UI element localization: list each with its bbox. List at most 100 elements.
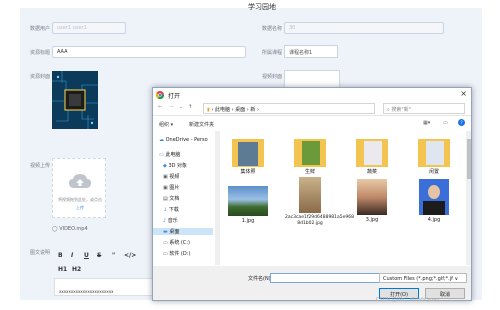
address-bar-row: ← → ⌄ ↑ ▮ › 此电脑 › 桌面 › 新 › ⌕ 搜索"新" [153,101,471,116]
dialog-title: 打开 [168,93,181,100]
tree-item-desktop[interactable]: ▬ 桌面 [153,228,213,235]
italic-button[interactable]: I [71,252,73,259]
cover-image[interactable] [52,71,98,129]
folder-icon [418,139,450,167]
circuit-chip-image [52,71,98,129]
tree-item-label: 此电脑 [165,152,181,158]
tree-item-this-pc[interactable]: ▭ 此电脑 [159,151,180,158]
tree-item-label: 软件 (D:) [169,251,191,257]
underline-button[interactable]: U [84,252,89,259]
preview-pane-icon[interactable]: ▭ [443,120,448,126]
tree-item-music[interactable]: ♪ 音乐 [163,217,178,224]
quote-button[interactable]: " [112,252,115,259]
help-icon[interactable]: ? [458,119,465,126]
screen: 学习园地 数据用户 user1 user1 数据名称 30 资源标题 AAA 所… [0,0,500,310]
open-file-dialog: 打开 × ← → ⌄ ↑ ▮ › 此电脑 › 桌面 › 新 › ⌕ 搜索"新" … [152,87,472,301]
scrollbar-thumb[interactable] [467,139,471,179]
resource-title-label: 资源标题 [30,50,51,56]
tree-item-label: 文档 [169,196,180,202]
path-segment[interactable]: 新 [250,107,255,113]
course-select[interactable]: 课程名称1 [284,45,338,58]
file-item[interactable]: 集体照 [223,139,273,175]
upload-hint: 将视频拖到此处，或点击 [58,197,102,202]
search-input[interactable]: ⌕ 搜索"新" [383,103,465,114]
file-name: 4.jpg [427,217,441,223]
user-input[interactable]: user1 user1 [52,22,126,34]
file-grid: 集体照 生鲜 蔬菜 闲置 1.jpg 2ac3cae1f29d6488981a5… [217,131,460,265]
file-item[interactable]: 4.jpg [409,179,459,223]
cloud-upload-icon [69,174,91,188]
upload-link[interactable]: 上传 [53,205,107,211]
tree-item-drive-c[interactable]: ▭ 系统 (C:) [163,239,190,246]
new-folder-button[interactable]: 新建文件夹 [189,121,214,128]
uploaded-file-name: VIDEO.mp4 [59,226,88,232]
address-path[interactable]: ▮ › 此电脑 › 桌面 › 新 › [203,103,375,114]
files-scrollbar[interactable] [466,131,471,265]
file-item[interactable]: 2ac3cae1f29d6488981a5e968 8d1b02.jpg [285,177,355,226]
back-icon[interactable]: ← [158,104,162,110]
tree-item-label: 3D 对象 [168,163,188,169]
file-item[interactable]: 生鲜 [285,139,335,175]
file-item[interactable]: 闲置 [409,139,459,175]
up-icon[interactable]: ↑ [188,104,192,110]
video-upload-label: 视频上传 [30,163,51,169]
folder-icon [294,139,326,167]
photo-thumbnail [299,177,321,213]
path-segment[interactable]: 桌面 [235,107,245,113]
user-label: 数据用户 [30,26,51,32]
tree-item-label: 视频 [169,174,180,180]
heading1-button[interactable]: H1 [58,266,67,273]
id-photo-thumbnail [419,179,449,215]
tree-item-pictures[interactable]: ▣ 图片 [163,184,179,191]
uploaded-file[interactable]: ◯ VIDEO.mp4 [52,226,88,232]
navigation-tree: ☁ OneDrive - Perso ▭ 此电脑 ◆ 3D 对象 ▣ 视频 ▣ … [153,131,215,265]
course-select-value: 课程名称1 [289,50,313,56]
tree-item-label: 桌面 [169,229,180,235]
recent-icon[interactable]: ⌄ [179,104,183,110]
landscape-thumbnail [228,186,268,216]
chrome-icon [156,91,164,99]
video-upload-dropzone[interactable]: 将视频拖到此处，或点击 上传 [52,158,106,218]
description-label: 图文说明 [30,250,51,256]
file-name: 1.jpg [241,218,255,224]
tree-item-label: 音乐 [167,218,178,224]
filetype-select[interactable]: Custom Files (*.png;*.gif;*.jf ∨ [379,273,467,283]
search-placeholder: 搜索"新" [391,107,411,113]
code-button[interactable]: </> [124,252,136,259]
folder-icon [356,139,388,167]
bold-button[interactable]: B [58,252,63,259]
tree-item-drive-d[interactable]: ▭ 软件 (D:) [163,250,190,257]
page-title: 学习园地 [248,3,276,11]
name-label: 数据名称 [262,26,283,32]
file-item[interactable]: 1.jpg [223,186,273,224]
strike-button[interactable]: S [97,252,101,259]
organize-button[interactable]: 组织 ▾ [159,121,173,128]
filename-label: 文件名(N): [248,276,273,282]
tree-item-label: 下载 [168,207,179,213]
path-segment[interactable]: 此电脑 [215,107,230,113]
cloud-icon: ☁ [159,137,166,143]
watermark: CSDN @Wx、sfsfsfs yuan [376,297,440,303]
tree-item-3d[interactable]: ◆ 3D 对象 [163,162,187,169]
tree-item-downloads[interactable]: ↓ 下载 [163,206,179,213]
file-name: 生鲜 [304,169,315,175]
file-item[interactable]: 蔬菜 [347,139,397,175]
tree-item-label: 图片 [169,185,180,191]
resource-title-input[interactable]: AAA [52,46,246,58]
file-item[interactable]: 3.jpg [347,179,397,223]
view-options-icon[interactable]: ▦▾ [423,120,430,126]
tree-item-onedrive[interactable]: ☁ OneDrive - Perso [159,137,208,143]
close-icon[interactable]: × [460,89,467,98]
forward-icon[interactable]: → [169,104,173,110]
folder-icon [232,139,264,167]
file-name: 2ac3cae1f29d6488981a5e968 8d1b02.jpg [285,215,355,226]
heading2-button[interactable]: H2 [72,266,81,273]
portrait-thumbnail [357,179,387,215]
dialog-titlebar: 打开 × [153,88,471,101]
file-name: 集体照 [240,169,256,175]
file-name: 3.jpg [365,217,379,223]
name-input[interactable]: 30 [284,22,444,34]
tree-item-documents[interactable]: ▤ 文档 [163,195,179,202]
tree-item-label: OneDrive - Perso [165,137,208,143]
tree-item-videos[interactable]: ▣ 视频 [163,173,179,180]
